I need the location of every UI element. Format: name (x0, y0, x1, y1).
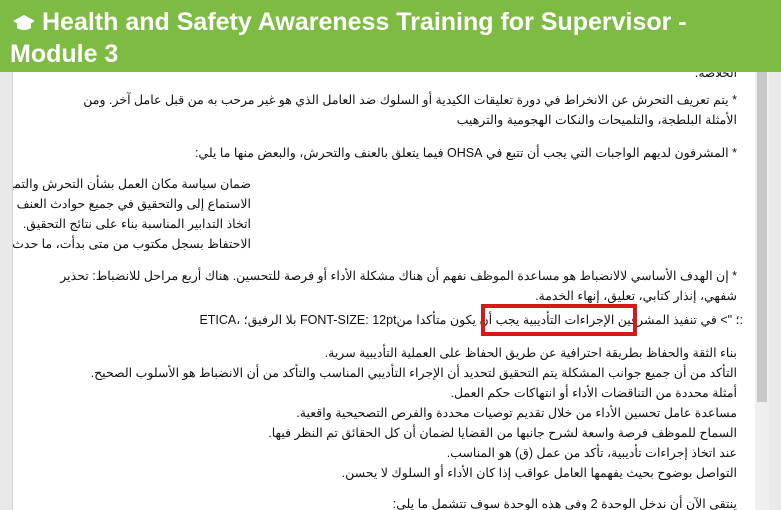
content-panel[interactable]: الخلاصة: * يتم تعريف التحرش عن الانخراط … (12, 72, 755, 510)
list-item: أمثلة محددة من التناقضات الأداء أو انتها… (450, 386, 737, 400)
list-item: السماح للموظف فرصة واسعة لشرح جانبها من … (268, 426, 737, 440)
list-item: التواصل بوضوح بحيث يفهمها العامل عواقب إ… (341, 466, 737, 480)
paragraph-1-line-1: * يتم تعريف التحرش عن الانخراط في دورة ت… (83, 93, 737, 107)
scrollbar-thumb[interactable] (757, 72, 767, 402)
vertical-scrollbar[interactable] (755, 72, 769, 510)
list-item: عند اتخاذ إجراءات تأديبية، تأكد من عمل (… (446, 446, 737, 460)
module-title: Health and Safety Awareness Training for… (10, 8, 687, 68)
highlight-box (481, 304, 637, 336)
cropped-heading: الخلاصة: (694, 72, 737, 80)
list-item: بناء الثقة والحفاظ بطريقة احترافية عن طر… (324, 346, 737, 360)
list-item: الاستماع إلى والتحقيق في جميع حوادث العن… (13, 197, 251, 211)
paragraph-3-line-1: * إن الهدف الأساسي لالانضباط هو مساعدة ا… (60, 269, 737, 283)
paragraph-2: * المشرفون لديهم الواجبات التي يجب أن تت… (194, 146, 737, 160)
list-item: التأكد من أن جميع جوانب المشكلة يتم التح… (90, 366, 737, 380)
module-header: Health and Safety Awareness Training for… (0, 0, 781, 72)
list-item: الاحتفاظ بسجل مكتوب من متى بدأت، ما حدث،… (12, 237, 251, 251)
list-item: اتخاذ التدابير المناسبة بناء على نتائج ا… (22, 217, 251, 231)
raw-html-text-line: ETICA، بلا الرفيق؛ FONT-SIZE: 12pt؛ "> ف… (199, 313, 743, 327)
paragraph-1-line-2: الأمثلة البلطجة، والتلميحات والنكات الهج… (456, 113, 737, 127)
cropped-bottom-line: ينتقي الآن أن ندخل الوحدة 2 وفي هذه الوح… (392, 497, 737, 510)
list-item: ضمان سياسة مكان العمل بشأن التحرش والتمي… (13, 177, 251, 191)
paragraph-3-line-2: شفهي، إنذار كتابي، تعليق، إنهاء الخدمة. (535, 289, 737, 303)
list-item: مساعدة عامل تحسين الأداء من خلال تقديم ت… (296, 406, 737, 420)
